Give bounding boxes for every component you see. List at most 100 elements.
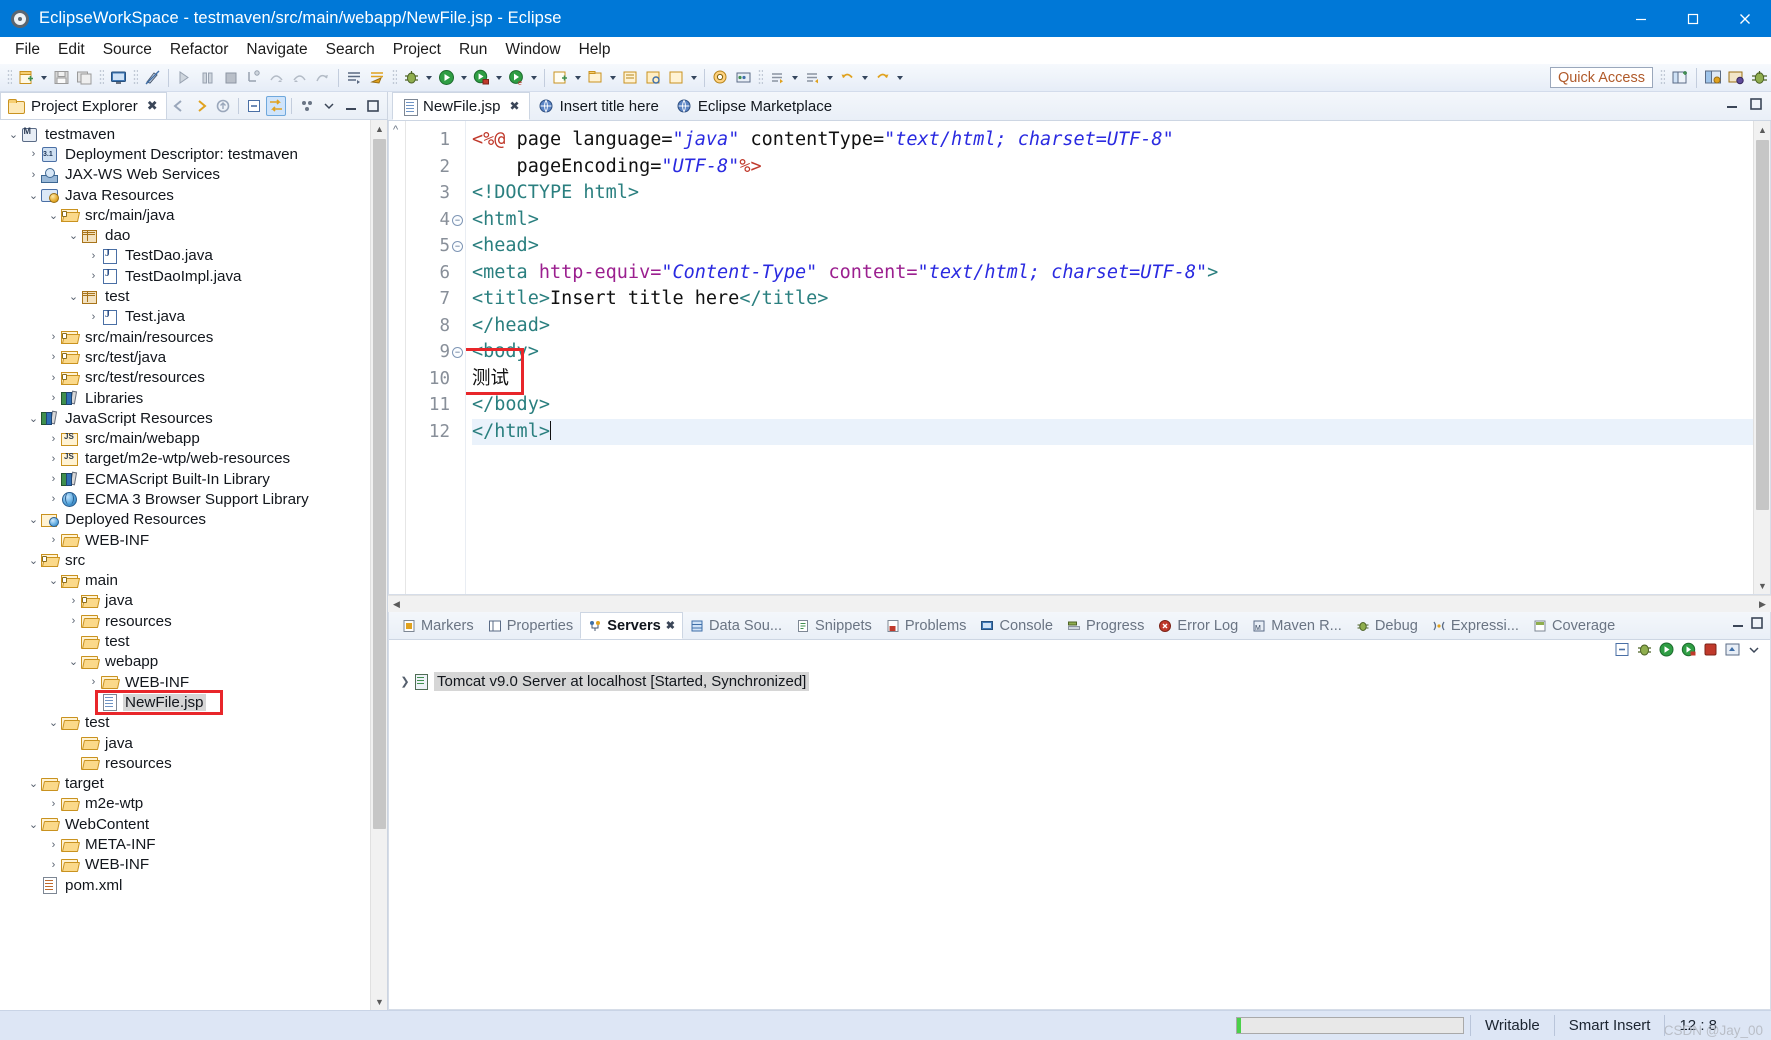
chevron-right-icon[interactable]: ›	[86, 676, 101, 688]
bottom-tab-progress[interactable]: Progress	[1060, 612, 1151, 639]
chevron-right-icon[interactable]: ›	[66, 595, 81, 607]
chevron-right-icon[interactable]: ›	[26, 169, 41, 181]
tree-item-dao[interactable]: ⌄ dao	[0, 225, 387, 245]
maximize-bottom-icon[interactable]	[1749, 615, 1765, 636]
new-annotation-button[interactable]	[367, 67, 388, 88]
search-icon-button[interactable]	[710, 67, 731, 88]
profile-button[interactable]: e	[506, 67, 527, 88]
publish-server-icon[interactable]	[1724, 641, 1741, 663]
tree-item-src-test-java[interactable]: › src/test/java	[0, 347, 387, 367]
back-icon[interactable]	[169, 96, 189, 116]
chevron-right-icon[interactable]: ›	[46, 798, 61, 810]
tree-item-web-inf[interactable]: › WEB-INF	[0, 855, 387, 875]
tree-item-src-main-java[interactable]: ⌄ src/main/java	[0, 205, 387, 225]
code-line[interactable]: <body>	[472, 339, 1770, 366]
tree-item-jax-ws-web-services[interactable]: › JAX-WS Web Services	[0, 165, 387, 185]
minimize-bottom-icon[interactable]	[1730, 615, 1746, 636]
menu-edit[interactable]: Edit	[49, 38, 94, 62]
collapse-all-servers-icon[interactable]	[1614, 641, 1631, 663]
minimize-button[interactable]	[1615, 0, 1667, 37]
code-editor[interactable]: ^ 1 2 3 4−5−6 7 8 9−10 11 12 <%@ page language="…	[388, 121, 1771, 595]
chevron-right-icon[interactable]: ›	[46, 473, 61, 485]
previous-annotation-button[interactable]	[802, 67, 823, 88]
perspective-debug-button[interactable]	[1749, 67, 1770, 88]
editor-horizontal-scrollbar[interactable]: ◀ ▶	[388, 595, 1771, 612]
editor-scroll-thumb[interactable]	[1756, 140, 1769, 510]
step-into-button[interactable]	[243, 67, 264, 88]
link-with-editor-icon[interactable]	[266, 95, 286, 116]
back-button[interactable]	[837, 67, 858, 88]
run-dropdown-arrow[interactable]	[458, 67, 470, 88]
bottom-tab-maven-r[interactable]: M Maven R...	[1245, 612, 1349, 639]
tree-item-testdaoimpl-java[interactable]: › TestDaoImpl.java	[0, 266, 387, 286]
close-icon[interactable]: ✖	[666, 619, 675, 632]
tree-item-testdao-java[interactable]: › TestDao.java	[0, 246, 387, 266]
run-on-server-button[interactable]	[471, 67, 492, 88]
tree-item-deployed-resources[interactable]: ⌄ Deployed Resources	[0, 510, 387, 530]
tree-item-ecma-3-browser-support-library[interactable]: › ECMA 3 Browser Support Library	[0, 489, 387, 509]
menu-run[interactable]: Run	[450, 38, 496, 62]
tree-item-pom-xml[interactable]: pom.xml	[0, 875, 387, 895]
new-wizard-dropdown-arrow[interactable]	[572, 67, 584, 88]
tree-item-ecmascript-built-in-library[interactable]: › ECMAScript Built-In Library	[0, 469, 387, 489]
tree-item-main[interactable]: ⌄ main	[0, 571, 387, 591]
chevron-right-icon[interactable]: ›	[86, 270, 101, 282]
project-tree[interactable]: ▲ ▼ ⌄testmaven›Deployment Descriptor: te…	[0, 120, 387, 1010]
tree-item-javascript-resources[interactable]: ⌄ JavaScript Resources	[0, 408, 387, 428]
maximize-button[interactable]	[1667, 0, 1719, 37]
perspective-java-ee-button[interactable]	[1703, 67, 1724, 88]
debug-server-icon[interactable]	[1636, 641, 1653, 663]
scroll-down-arrow[interactable]: ▼	[371, 993, 387, 1010]
perspective-grip[interactable]	[1660, 69, 1665, 86]
chevron-right-icon[interactable]: ›	[26, 148, 41, 160]
tree-item-test[interactable]: ⌄ test	[0, 286, 387, 306]
run-on-server-dropdown-arrow[interactable]	[493, 67, 505, 88]
back-dropdown-arrow[interactable]	[859, 67, 871, 88]
chevron-right-icon[interactable]: ›	[46, 372, 61, 384]
chevron-right-icon[interactable]: ›	[46, 453, 61, 465]
debug-dropdown-arrow[interactable]	[423, 67, 435, 88]
tree-item-src-test-resources[interactable]: › src/test/resources	[0, 368, 387, 388]
chevron-down-icon[interactable]: ⌄	[26, 189, 41, 202]
bottom-tab-servers[interactable]: Servers ✖	[580, 612, 683, 639]
menu-source[interactable]: Source	[94, 38, 161, 62]
tree-item-newfile-jsp[interactable]: NewFile.jsp	[0, 692, 387, 712]
tree-item-webcontent[interactable]: ⌄ WebContent	[0, 814, 387, 834]
server-row[interactable]: ❯ Tomcat v9.0 Server at localhost [Start…	[389, 670, 1770, 692]
pause-button[interactable]	[197, 67, 218, 88]
close-icon[interactable]: ✖	[510, 99, 520, 113]
up-icon[interactable]	[213, 96, 233, 116]
chevron-down-icon[interactable]: ⌄	[26, 554, 41, 567]
new-dropdown-arrow[interactable]	[38, 67, 50, 88]
toggle-mark-occurrences-button[interactable]	[142, 67, 163, 88]
search-folder-dropdown-arrow[interactable]	[688, 67, 700, 88]
code-line[interactable]: <html>	[472, 207, 1770, 234]
tree-item-test-java[interactable]: › Test.java	[0, 307, 387, 327]
bottom-tab-problems[interactable]: Problems	[879, 612, 974, 639]
chevron-down-icon[interactable]: ⌄	[26, 513, 41, 526]
open-perspective-button[interactable]	[1669, 67, 1690, 88]
new-folder-button[interactable]	[585, 67, 606, 88]
chevron-down-icon[interactable]: ⌄	[46, 716, 61, 729]
tree-item-target-m2e-wtp-web-resources[interactable]: › target/m2e-wtp/web-resources	[0, 449, 387, 469]
menu-project[interactable]: Project	[384, 38, 450, 62]
chevron-down-icon[interactable]: ⌄	[6, 128, 21, 141]
tree-item-src[interactable]: ⌄ src	[0, 550, 387, 570]
new-wizard-button[interactable]	[550, 67, 571, 88]
forward-icon[interactable]	[191, 96, 211, 116]
stop-button[interactable]	[220, 67, 241, 88]
menu-help[interactable]: Help	[570, 38, 620, 62]
editor-scroll-down-arrow[interactable]: ▼	[1754, 577, 1771, 594]
toolbar-grip-5[interactable]	[758, 69, 763, 86]
code-line[interactable]: <%@ page language="java" contentType="te…	[472, 127, 1770, 154]
tree-item-test[interactable]: ⌄ test	[0, 713, 387, 733]
fold-toggle-icon[interactable]: −	[452, 214, 463, 226]
tree-item-java-resources[interactable]: ⌄ Java Resources	[0, 185, 387, 205]
start-server-icon[interactable]	[1658, 641, 1675, 663]
code-line[interactable]: <!DOCTYPE html>	[472, 180, 1770, 207]
new-java-class-button[interactable]	[344, 67, 365, 88]
code-text[interactable]: <%@ page language="java" contentType="te…	[466, 121, 1770, 594]
toolbar-grip-3[interactable]	[133, 69, 138, 86]
chevron-down-icon[interactable]: ⌄	[26, 818, 41, 831]
chevron-down-icon[interactable]: ⌄	[26, 412, 41, 425]
